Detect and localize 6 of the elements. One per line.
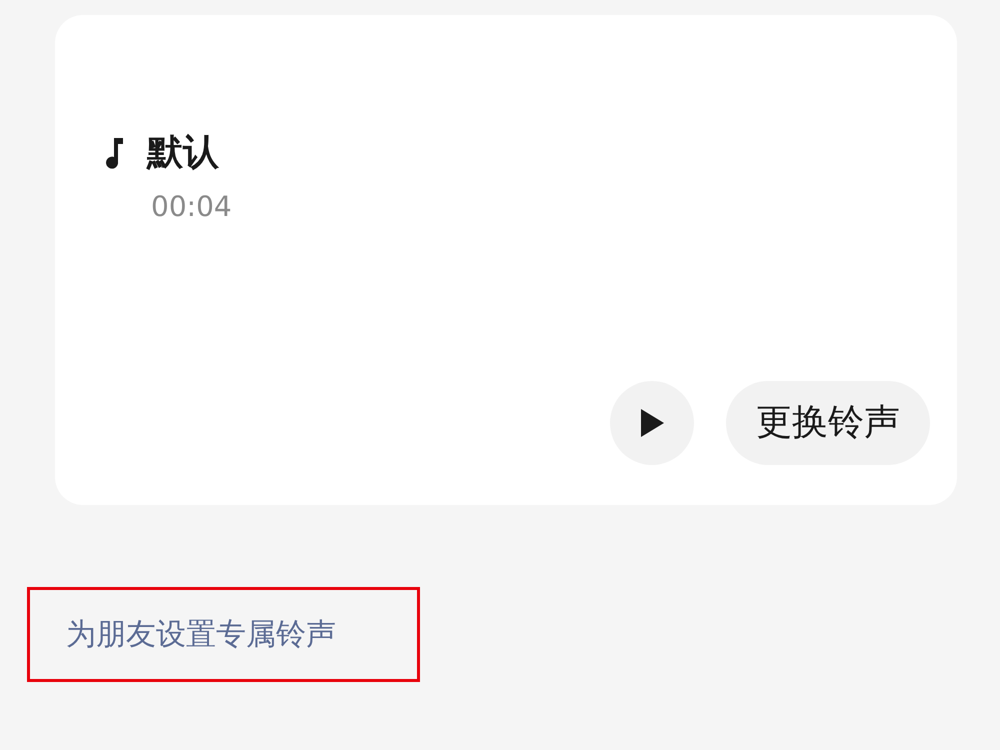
music-note-icon [105, 136, 125, 170]
change-ringtone-button[interactable]: 更换铃声 [726, 381, 930, 465]
ringtone-title: 默认 [147, 135, 219, 171]
play-icon [638, 407, 666, 439]
custom-ringtone-link[interactable]: 为朋友设置专属铃声 [66, 612, 336, 657]
ringtone-duration: 00:04 [151, 193, 233, 221]
